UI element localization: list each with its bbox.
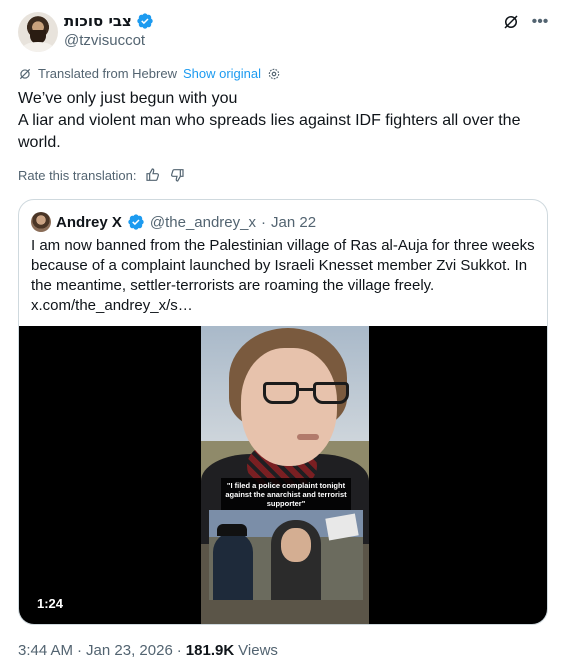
author-display-name[interactable]: צבי סוכות: [64, 12, 132, 30]
quote-author-name[interactable]: Andrey X: [56, 214, 122, 231]
quote-date[interactable]: Jan 22: [271, 214, 316, 231]
video-inset: [209, 510, 363, 600]
views-count: 181.9K: [185, 642, 235, 659]
tweet-meta: 3:44 AM · Jan 23, 2026 · 181.9K Views: [18, 642, 278, 659]
rate-translation-label: Rate this translation:: [18, 167, 137, 183]
tweet-date[interactable]: Jan 23, 2026: [86, 642, 173, 659]
translated-label: Translated from Hebrew: [38, 66, 177, 81]
quote-avatar[interactable]: [31, 212, 51, 232]
tweet-time[interactable]: 3:44 AM: [18, 642, 73, 659]
quote-separator: ·: [261, 213, 266, 231]
quoted-tweet[interactable]: Andrey X @the_andrey_x · Jan 22 I am now…: [18, 199, 548, 625]
views-label: Views: [238, 642, 278, 659]
author-avatar[interactable]: [18, 12, 58, 52]
tweet: צבי סוכות @tzvisuccot ••• Translated fro…: [0, 0, 566, 668]
meta-separator: ·: [77, 642, 83, 659]
tweet-line: We’ve only just begun with you: [18, 90, 238, 107]
quote-header: Andrey X @the_andrey_x · Jan 22: [31, 212, 316, 232]
video-frame: "I filed a police complaint tonight agai…: [201, 326, 369, 624]
quote-author-handle[interactable]: @the_andrey_x: [150, 214, 256, 231]
author-handle[interactable]: @tzvisuccot: [64, 32, 145, 49]
rate-translation-row: Rate this translation:: [18, 167, 185, 183]
verified-badge-icon: [128, 214, 144, 230]
thumbs-up-icon[interactable]: [145, 167, 161, 183]
quote-text: I am now banned from the Palestinian vil…: [31, 237, 535, 314]
quote-video[interactable]: "I filed a police complaint tonight agai…: [19, 326, 547, 624]
translate-icon: [19, 68, 31, 79]
top-actions: •••: [502, 12, 550, 32]
verified-badge-icon: [137, 13, 153, 29]
tweet-text: We’ve only just begun with you A liar an…: [18, 88, 548, 154]
video-duration: 1:24: [37, 596, 64, 611]
show-original-link[interactable]: Show original: [183, 66, 261, 81]
more-icon[interactable]: •••: [530, 12, 550, 32]
video-caption: "I filed a police complaint tonight agai…: [221, 478, 351, 511]
translated-row: Translated from Hebrew Show original: [18, 66, 281, 81]
meta-separator: ·: [176, 642, 182, 659]
author-name-row: צבי סוכות: [64, 11, 154, 31]
grok-icon[interactable]: [502, 13, 520, 31]
tweet-line: A liar and violent man who spreads lies …: [18, 112, 521, 151]
settings-icon[interactable]: [267, 67, 281, 81]
thumbs-down-icon[interactable]: [169, 167, 185, 183]
